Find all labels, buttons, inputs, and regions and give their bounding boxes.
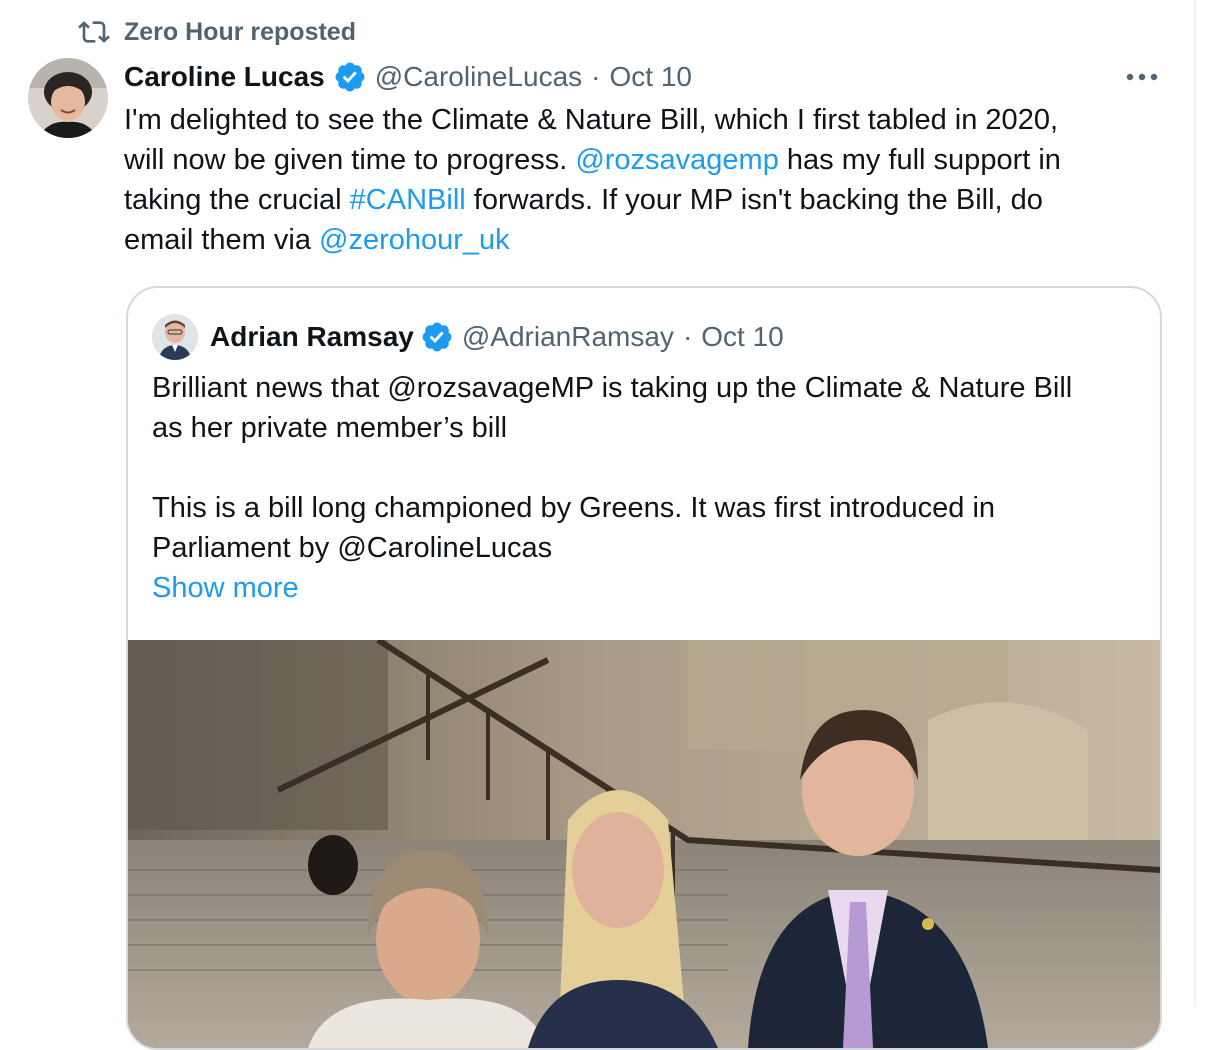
text-segment: forwards. If your MP isn't backing the B…: [465, 184, 1043, 216]
tweet-text-line: email them via @zerohour_uk: [124, 220, 1164, 260]
text-segment: will now be given time to progress.: [124, 144, 576, 176]
quoted-tweet-date[interactable]: Oct 10: [701, 321, 783, 353]
quoted-author-handle[interactable]: @AdrianRamsay: [462, 321, 674, 353]
more-options-button[interactable]: [1118, 62, 1166, 92]
tweet-text: I'm delighted to see the Climate & Natur…: [124, 100, 1164, 260]
hashtag-link[interactable]: #CANBill: [350, 184, 466, 216]
separator-dot: ·: [591, 61, 601, 92]
tweet-text-line: taking the crucial #CANBill forwards. If…: [124, 180, 1164, 220]
quoted-text-line: as her private member’s bill: [152, 412, 508, 444]
quoted-author-name[interactable]: Adrian Ramsay: [210, 321, 414, 353]
avatar[interactable]: [28, 58, 108, 138]
timeline-column-border: [1194, 0, 1196, 1006]
quoted-text-line: Parliament by @CarolineLucas: [152, 532, 553, 564]
mention-link[interactable]: @zerohour_uk: [319, 224, 510, 256]
quoted-tweet[interactable]: Adrian Ramsay @AdrianRamsay · Oct 10 Bri…: [126, 286, 1162, 1050]
avatar-image: [28, 58, 108, 138]
repost-icon: [78, 21, 110, 43]
mention-link[interactable]: @rozsavagemp: [575, 144, 779, 176]
tweet-text-line: will now be given time to progress. @roz…: [124, 140, 1164, 180]
author-name[interactable]: Caroline Lucas: [124, 61, 325, 93]
separator-dot: ·: [682, 321, 693, 352]
tweet-text-line: I'm delighted to see the Climate & Natur…: [124, 100, 1164, 140]
quoted-avatar[interactable]: [152, 314, 198, 360]
author-handle[interactable]: @CarolineLucas: [375, 61, 582, 93]
repost-label[interactable]: Zero Hour reposted: [124, 18, 356, 47]
verified-badge-icon[interactable]: [333, 60, 367, 94]
verified-badge-icon[interactable]: [420, 320, 454, 354]
text-segment: has my full support in: [778, 144, 1061, 176]
quoted-tweet-text: Brilliant news that @rozsavageMP is taki…: [152, 368, 1142, 568]
tweet[interactable]: Zero Hour reposted Caroline Lucas @Carol…: [0, 0, 1194, 1050]
more-icon: [1126, 73, 1158, 81]
text-segment: email them via: [124, 224, 320, 256]
quoted-avatar-image: [152, 314, 198, 360]
quoted-tweet-photo[interactable]: [128, 640, 1160, 1048]
text-segment: taking the crucial: [124, 184, 350, 216]
tweet-date[interactable]: Oct 10: [609, 61, 691, 93]
quoted-text-line: Brilliant news that @rozsavageMP is taki…: [152, 372, 1073, 404]
text-segment: I'm delighted to see the Climate & Natur…: [124, 104, 1059, 136]
tweet-header: Caroline Lucas @CarolineLucas · Oct 10: [124, 56, 692, 98]
quoted-tweet-header: Adrian Ramsay @AdrianRamsay · Oct 10: [152, 314, 784, 360]
show-more-link[interactable]: Show more: [152, 568, 299, 608]
quoted-text-line: This is a bill long championed by Greens…: [152, 492, 996, 524]
repost-indicator[interactable]: Zero Hour reposted: [78, 14, 356, 50]
